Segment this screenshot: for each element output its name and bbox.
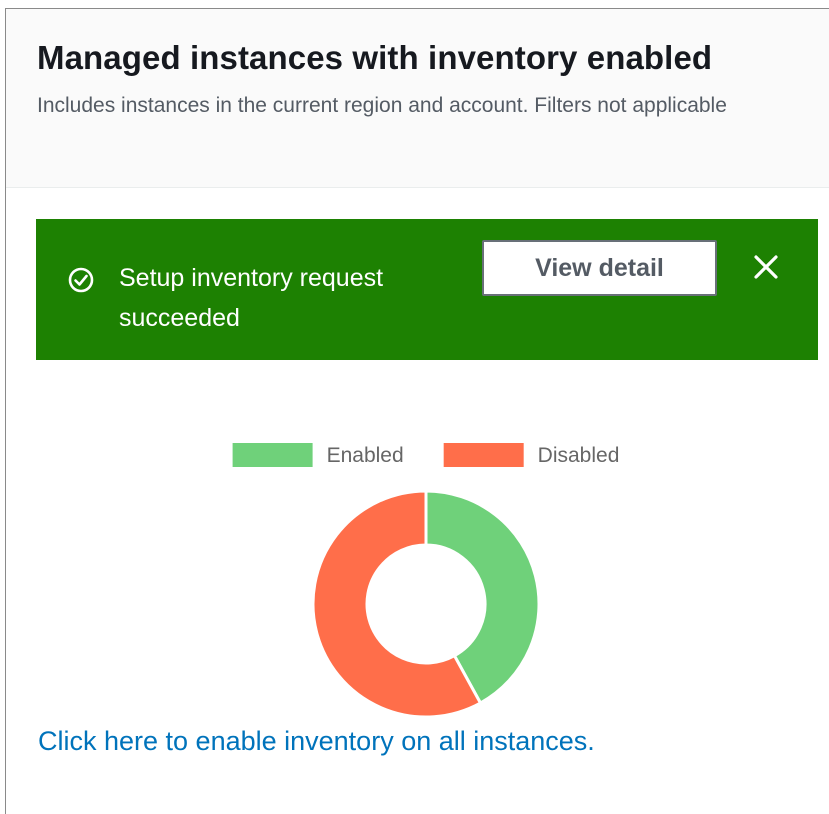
legend-item-disabled[interactable]: Disabled	[443, 443, 620, 467]
inventory-donut-chart: Enabled Disabled	[232, 443, 620, 719]
enable-inventory-link[interactable]: Click here to enable inventory on all in…	[38, 726, 595, 757]
panel-subtitle: Includes instances in the current region…	[37, 94, 727, 117]
success-flashbar: Setup inventory request succeeded View d…	[36, 219, 818, 360]
legend-item-enabled[interactable]: Enabled	[232, 443, 404, 467]
inventory-panel: Managed instances with inventory enabled…	[5, 8, 829, 814]
flash-message: Setup inventory request succeeded	[119, 264, 384, 332]
panel-header: Managed instances with inventory enabled…	[6, 9, 829, 188]
legend-swatch-enabled	[232, 443, 313, 467]
legend-label-enabled: Enabled	[327, 444, 404, 467]
close-icon[interactable]	[749, 250, 783, 284]
chart-legend: Enabled Disabled	[232, 443, 620, 467]
chart-slices	[311, 489, 541, 719]
panel-title: Managed instances with inventory enabled	[37, 39, 713, 76]
legend-label-disabled: Disabled	[538, 444, 620, 467]
check-circle-icon	[68, 267, 94, 293]
view-detail-button[interactable]: View detail	[482, 240, 717, 296]
legend-swatch-disabled	[443, 443, 524, 467]
